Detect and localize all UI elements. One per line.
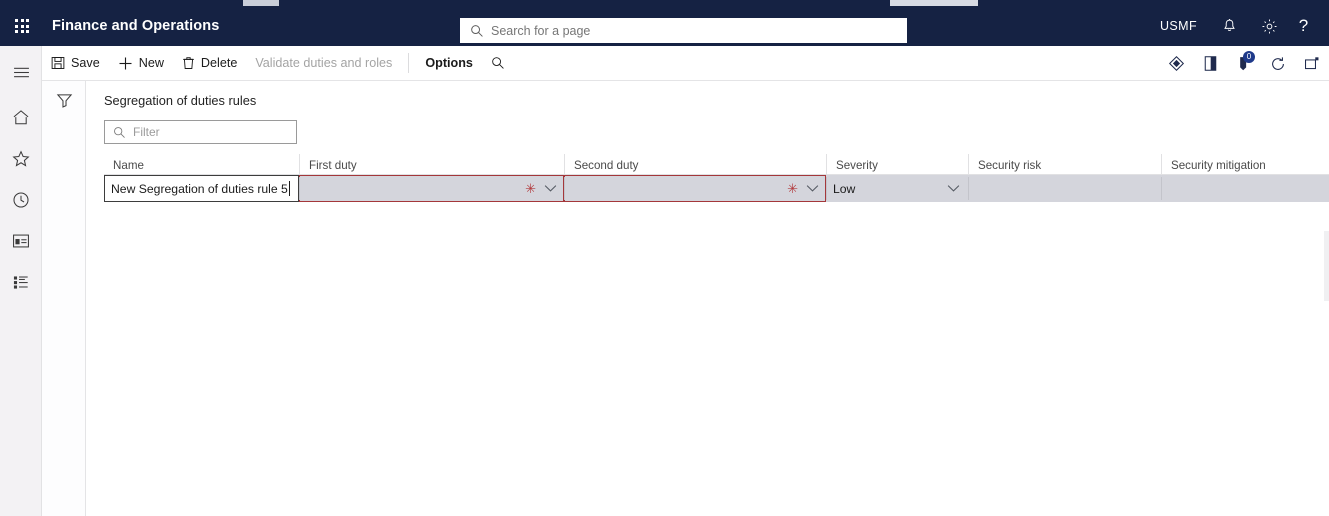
waffle-grid [15, 19, 29, 33]
home-icon[interactable] [0, 97, 42, 138]
column-header-security-risk[interactable]: Security risk [968, 154, 1161, 174]
annotations-icon[interactable]: 0 [1227, 46, 1261, 81]
command-bar-right-actions: 0 [1159, 46, 1329, 81]
header-right-actions: USMF ? [1148, 6, 1329, 46]
segregation-of-duties-grid: Name First duty Second duty Severity Sec… [104, 154, 1329, 202]
text-caret [288, 181, 290, 196]
severity-value: Low [833, 181, 856, 196]
severity-combobox[interactable]: Low [826, 175, 968, 202]
column-header-severity[interactable]: Severity [826, 154, 968, 174]
delete-button[interactable]: Delete [173, 46, 246, 81]
global-search-placeholder: Search for a page [491, 23, 591, 38]
help-button[interactable]: ? [1289, 6, 1329, 46]
dynamics-365-window: Finance and Operations Search for a page… [0, 0, 1329, 516]
plus-icon [118, 56, 133, 71]
hamburger-icon[interactable] [0, 52, 42, 93]
security-risk-input[interactable] [968, 175, 1161, 202]
personalize-icon[interactable] [1159, 46, 1193, 81]
trash-icon [182, 56, 195, 70]
name-input-value: New Segregation of duties rule 5 [111, 181, 288, 196]
grid-header-row: Name First duty Second duty Severity Sec… [104, 154, 1329, 175]
filter-icon[interactable] [42, 81, 86, 119]
cell-security-risk[interactable] [968, 175, 1161, 202]
command-bar: Save New Delete Validate duties and role… [42, 46, 1329, 81]
chevron-down-icon[interactable] [806, 184, 819, 193]
company-selector[interactable]: USMF [1148, 6, 1209, 46]
cell-first-duty[interactable]: ✳ [299, 175, 564, 202]
search-icon [491, 56, 505, 70]
second-duty-lookup[interactable]: ✳ [564, 175, 826, 202]
app-header: Finance and Operations Search for a page… [0, 6, 1329, 46]
first-duty-lookup[interactable]: ✳ [299, 175, 564, 202]
security-mitigation-input[interactable] [1161, 175, 1329, 202]
workspace-icon[interactable] [0, 220, 42, 261]
command-bar-divider [408, 53, 410, 73]
chevron-down-icon[interactable] [947, 184, 960, 193]
cell-security-mitigation[interactable] [1161, 175, 1329, 202]
star-icon[interactable] [0, 138, 42, 179]
column-header-name[interactable]: Name [104, 154, 299, 174]
required-marker: ✳ [787, 181, 798, 196]
annotations-badge: 0 [1243, 51, 1255, 63]
delete-label: Delete [200, 56, 238, 70]
cell-severity[interactable]: Low [826, 175, 968, 202]
save-button[interactable]: Save [42, 46, 109, 81]
list-icon[interactable] [0, 261, 42, 302]
search-icon [470, 24, 484, 38]
search-icon [113, 126, 126, 139]
left-navigation-rail [0, 46, 42, 516]
attach-icon[interactable] [1193, 46, 1227, 81]
required-marker: ✳ [525, 181, 536, 196]
options-label: Options [425, 56, 473, 70]
name-input[interactable]: New Segregation of duties rule 5 [104, 175, 299, 202]
options-button[interactable]: Options [416, 46, 482, 81]
validate-duties-and-roles-button: Validate duties and roles [246, 46, 401, 81]
save-label: Save [71, 56, 100, 70]
vertical-scrollbar[interactable] [1324, 231, 1329, 301]
app-title: Finance and Operations [52, 18, 220, 34]
refresh-icon[interactable] [1261, 46, 1295, 81]
app-launcher-icon[interactable] [0, 6, 44, 46]
quick-filter-input[interactable]: Filter [104, 120, 297, 144]
cell-name[interactable]: New Segregation of duties rule 5 [104, 175, 299, 202]
global-search-input[interactable]: Search for a page [460, 18, 907, 43]
column-header-security-mitigation[interactable]: Security mitigation [1161, 154, 1329, 174]
new-label: New [138, 56, 164, 70]
page-title: Segregation of duties rules [104, 93, 257, 108]
save-icon [51, 56, 65, 70]
column-header-second-duty[interactable]: Second duty [564, 154, 826, 174]
page-content: Segregation of duties rules Filter Name … [86, 81, 1329, 516]
quick-filter-placeholder: Filter [133, 125, 160, 139]
bell-icon[interactable] [1209, 6, 1249, 46]
gear-icon[interactable] [1249, 6, 1289, 46]
page-header: Segregation of duties rules [86, 81, 1329, 108]
clock-icon[interactable] [0, 179, 42, 220]
chevron-down-icon[interactable] [544, 184, 557, 193]
validate-label: Validate duties and roles [255, 56, 393, 70]
open-in-new-window-icon[interactable] [1295, 46, 1329, 81]
table-row[interactable]: New Segregation of duties rule 5 ✳ ✳ Low [104, 175, 1329, 202]
page-left-gutter [42, 81, 86, 516]
command-search-button[interactable] [482, 46, 514, 81]
cell-second-duty[interactable]: ✳ [564, 175, 826, 202]
column-header-first-duty[interactable]: First duty [299, 154, 564, 174]
new-button[interactable]: New [109, 46, 173, 81]
